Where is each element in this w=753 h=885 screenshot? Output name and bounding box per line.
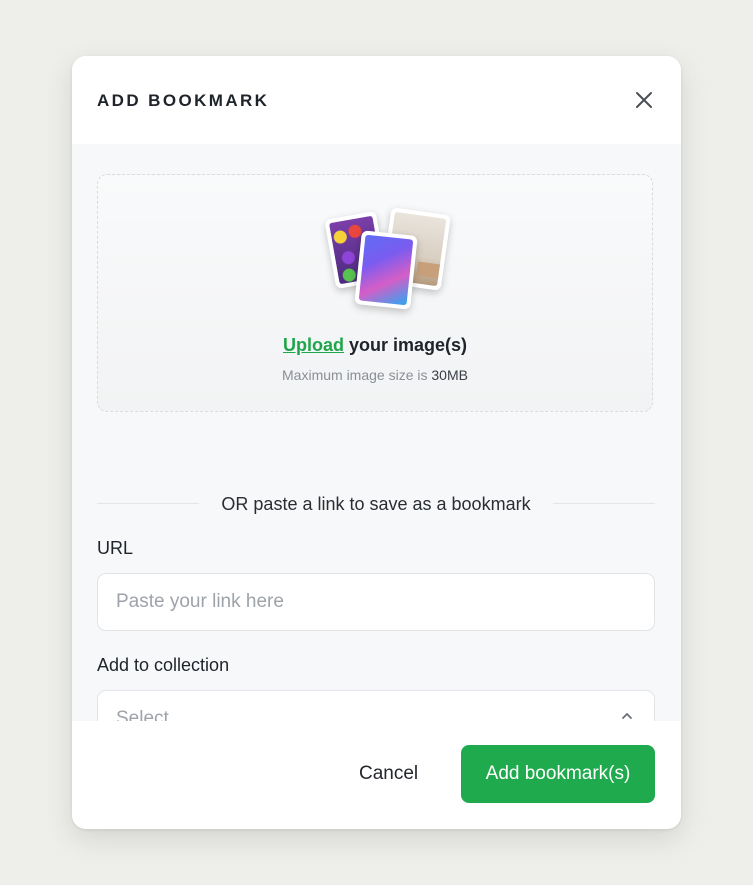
image-dropzone[interactable]: Upload your image(s) Maximum image size … — [97, 174, 653, 412]
max-size-value: 30MB — [431, 367, 468, 383]
add-bookmark-button[interactable]: Add bookmark(s) — [461, 745, 655, 803]
max-size-prefix: Maximum image size is — [282, 367, 432, 383]
cancel-button[interactable]: Cancel — [359, 763, 418, 785]
modal-header: ADD BOOKMARK — [72, 56, 681, 144]
divider-text: OR paste a link to save as a bookmark — [221, 494, 531, 514]
or-divider: OR paste a link to save as a bookmark — [97, 490, 655, 518]
upload-prompt-suffix: your image(s) — [343, 335, 468, 355]
close-button[interactable] — [633, 89, 655, 111]
wallpaper-image-thumbnail — [354, 230, 418, 310]
modal-body: Upload your image(s) Maximum image size … — [72, 144, 681, 748]
upload-prompt: Upload your image(s) — [98, 335, 652, 356]
collection-label: Add to collection — [97, 655, 230, 675]
modal-title: ADD BOOKMARK — [97, 91, 270, 110]
add-bookmark-modal: ADD BOOKMARK Upload your image(s) Maximu… — [72, 56, 681, 829]
modal-footer: Cancel Add bookmark(s) — [72, 721, 681, 829]
url-field[interactable] — [97, 573, 655, 631]
close-icon — [636, 92, 652, 108]
image-stack-illustration — [324, 207, 454, 311]
max-size-hint: Maximum image size is 30MB — [98, 367, 652, 383]
divider-line-right — [553, 503, 655, 504]
upload-link[interactable]: Upload — [283, 335, 344, 355]
url-label: URL — [97, 538, 134, 558]
url-input[interactable] — [98, 574, 654, 630]
